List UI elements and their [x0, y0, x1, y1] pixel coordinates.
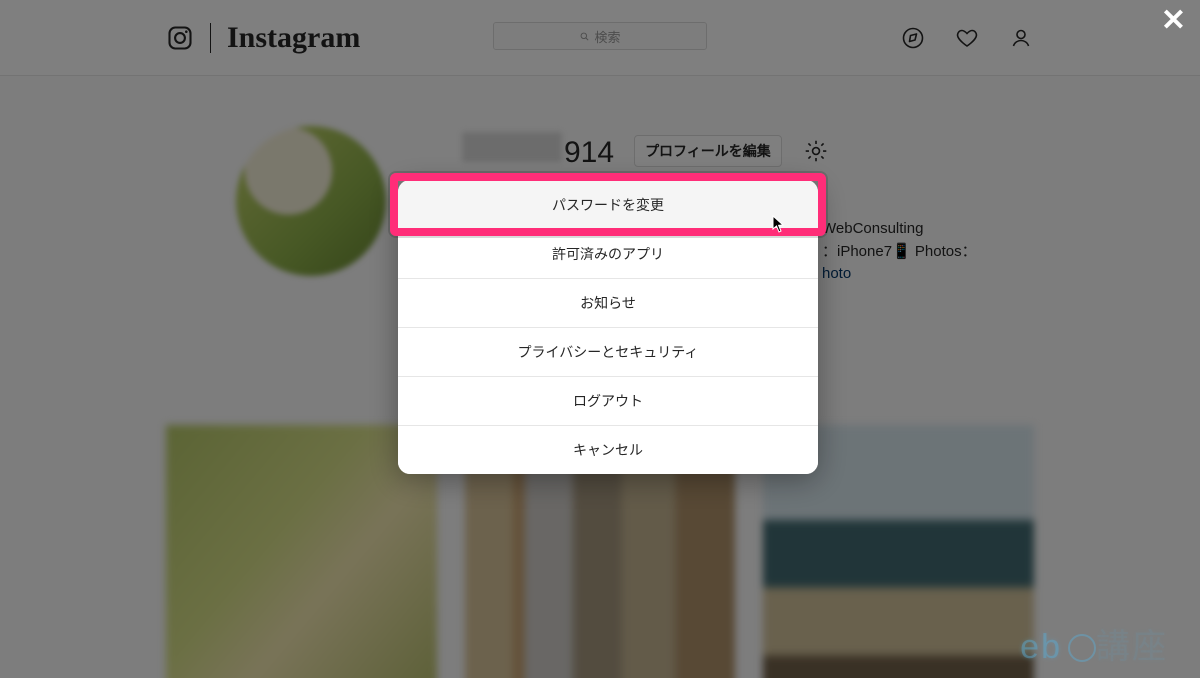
menu-item-authorized-apps[interactable]: 許可済みのアプリ	[398, 229, 818, 278]
menu-item-logout[interactable]: ログアウト	[398, 376, 818, 425]
close-icon[interactable]: ✕	[1161, 6, 1186, 36]
menu-item-notifications[interactable]: お知らせ	[398, 278, 818, 327]
settings-modal: パスワードを変更 許可済みのアプリ お知らせ プライバシーとセキュリティ ログア…	[398, 180, 818, 474]
menu-item-cancel[interactable]: キャンセル	[398, 425, 818, 474]
menu-item-privacy-security[interactable]: プライバシーとセキュリティ	[398, 327, 818, 376]
menu-item-change-password[interactable]: パスワードを変更	[398, 180, 818, 229]
